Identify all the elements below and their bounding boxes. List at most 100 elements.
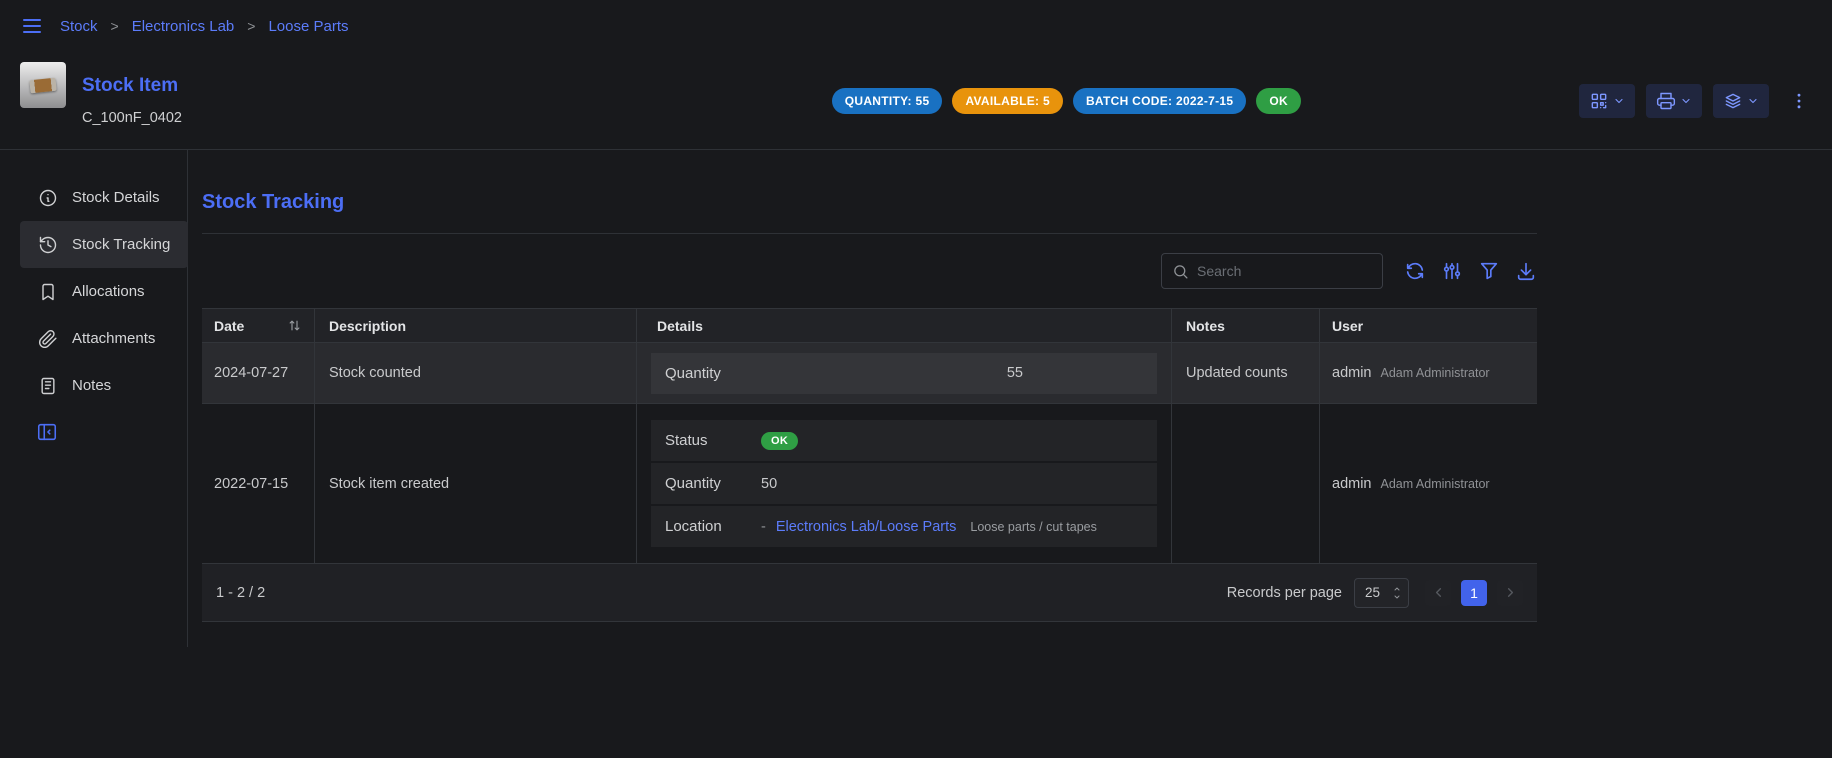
detail-label: Quantity <box>665 475 761 492</box>
column-header-details[interactable]: Details <box>637 309 1172 342</box>
user-full-name: Adam Administrator <box>1381 366 1490 380</box>
filter-icon[interactable] <box>1478 260 1500 282</box>
detail-value: 55 <box>761 365 1023 381</box>
user-full-name: Adam Administrator <box>1381 477 1490 491</box>
sort-icon <box>287 318 302 333</box>
table-row: 2022-07-15 Stock item created Status OK … <box>202 404 1537 564</box>
page-title: Stock Item <box>82 75 182 97</box>
chevron-down-icon <box>1747 95 1759 107</box>
chevron-down-icon <box>1613 95 1625 107</box>
stock-tracking-table: Date Description Details Notes User 2024… <box>202 308 1537 622</box>
detail-label: Status <box>665 432 761 449</box>
next-page-button[interactable] <box>1497 580 1523 606</box>
part-name: C_100nF_0402 <box>82 110 182 126</box>
divider <box>202 233 1537 234</box>
main-panel: Stock Tracking <box>202 150 1537 647</box>
records-per-page-value: 25 <box>1365 585 1392 600</box>
cell-user: admin Adam Administrator <box>1320 343 1537 403</box>
stock-operations-icon <box>1723 91 1743 111</box>
column-header-notes[interactable]: Notes <box>1172 309 1320 342</box>
breadcrumb-separator: > <box>247 18 255 34</box>
print-actions-button[interactable] <box>1646 84 1702 118</box>
qr-code-icon <box>1589 91 1609 111</box>
breadcrumb: Stock > Electronics Lab > Loose Parts <box>60 18 349 35</box>
cell-notes: Updated counts <box>1172 343 1320 403</box>
cell-details: Status OK Quantity 50 Location - Electro… <box>637 404 1172 563</box>
location-link[interactable]: Electronics Lab/Loose Parts <box>776 519 957 535</box>
adjustments-icon[interactable] <box>1441 260 1463 282</box>
table-row: 2024-07-27 Stock counted Quantity 55 Upd… <box>202 343 1537 404</box>
cell-user: admin Adam Administrator <box>1320 404 1537 563</box>
hamburger-menu-icon[interactable] <box>20 14 44 38</box>
records-per-page-select[interactable]: 25 <box>1354 578 1409 608</box>
stock-operations-button[interactable] <box>1713 84 1769 118</box>
breadcrumb-separator: > <box>111 18 119 34</box>
sidebar: Stock Details Stock Tracking Allocations… <box>0 150 188 647</box>
sidebar-item-label: Stock Details <box>72 189 160 206</box>
barcode-actions-button[interactable] <box>1579 84 1635 118</box>
printer-icon <box>1656 91 1676 111</box>
chevron-down-icon <box>1680 95 1692 107</box>
sidebar-collapse-icon[interactable] <box>36 421 58 443</box>
dots-vertical-icon <box>1789 91 1809 111</box>
sidebar-item-stock-details[interactable]: Stock Details <box>20 174 188 221</box>
sidebar-item-stock-tracking[interactable]: Stock Tracking <box>20 221 188 268</box>
cell-notes <box>1172 404 1320 563</box>
header-actions <box>1579 84 1812 118</box>
pagination: 1 <box>1425 580 1523 606</box>
history-icon <box>38 235 58 255</box>
status-ok-badge: OK <box>1256 88 1301 114</box>
breadcrumb-link-electronics-lab[interactable]: Electronics Lab <box>132 18 235 35</box>
table-footer: 1 - 2 / 2 Records per page 25 <box>202 564 1537 622</box>
cell-description: Stock counted <box>315 343 637 403</box>
detail-value: 50 <box>761 476 777 492</box>
batch-code-badge: BATCH CODE: 2022-7-15 <box>1073 88 1246 114</box>
column-header-description[interactable]: Description <box>315 309 637 342</box>
detail-label: Quantity <box>665 365 761 382</box>
sidebar-item-label: Attachments <box>72 330 155 347</box>
cell-date: 2022-07-15 <box>202 404 315 563</box>
notes-icon <box>38 376 58 396</box>
detail-row: Status OK <box>651 420 1157 461</box>
more-options-button[interactable] <box>1786 84 1812 118</box>
refresh-icon[interactable] <box>1404 260 1426 282</box>
record-range-text: 1 - 2 / 2 <box>216 585 265 601</box>
panel-title: Stock Tracking <box>202 191 1537 214</box>
sidebar-item-label: Allocations <box>72 283 145 300</box>
quantity-badge: QUANTITY: 55 <box>832 88 943 114</box>
part-image <box>29 77 56 93</box>
status-badge: OK <box>761 432 798 450</box>
stock-item-thumbnail[interactable] <box>20 62 66 108</box>
paperclip-icon <box>38 329 58 349</box>
search-icon <box>1172 263 1189 280</box>
cell-details: Quantity 55 <box>637 343 1172 403</box>
page-header: Stock Item C_100nF_0402 QUANTITY: 55 AVA… <box>0 52 1832 150</box>
detail-row: Location - Electronics Lab/Loose Parts L… <box>651 506 1157 547</box>
breadcrumb-link-stock[interactable]: Stock <box>60 18 98 35</box>
username: admin <box>1332 476 1372 492</box>
cell-description: Stock item created <box>315 404 637 563</box>
page-1-button[interactable]: 1 <box>1461 580 1487 606</box>
top-bar: Stock > Electronics Lab > Loose Parts <box>0 0 1832 52</box>
title-block: Stock Item C_100nF_0402 <box>82 75 182 126</box>
sidebar-item-attachments[interactable]: Attachments <box>20 315 188 362</box>
detail-row: Quantity 50 <box>651 463 1157 504</box>
sidebar-item-notes[interactable]: Notes <box>20 362 188 409</box>
content-area: Stock Details Stock Tracking Allocations… <box>0 150 1832 647</box>
detail-row: Quantity 55 <box>651 353 1157 394</box>
records-per-page-label: Records per page <box>1227 585 1342 601</box>
search-box <box>1161 253 1383 289</box>
location-description: Loose parts / cut tapes <box>970 520 1096 534</box>
bookmark-icon <box>38 282 58 302</box>
info-circle-icon <box>38 188 58 208</box>
breadcrumb-link-loose-parts[interactable]: Loose Parts <box>268 18 348 35</box>
search-input[interactable] <box>1197 263 1378 279</box>
prev-page-button[interactable] <box>1425 580 1451 606</box>
status-badges: QUANTITY: 55 AVAILABLE: 5 BATCH CODE: 20… <box>832 88 1301 114</box>
column-header-user[interactable]: User <box>1320 309 1537 342</box>
sidebar-item-allocations[interactable]: Allocations <box>20 268 188 315</box>
sidebar-item-label: Stock Tracking <box>72 236 170 253</box>
download-icon[interactable] <box>1515 260 1537 282</box>
table-toolbar <box>202 253 1537 289</box>
column-header-date[interactable]: Date <box>202 309 315 342</box>
